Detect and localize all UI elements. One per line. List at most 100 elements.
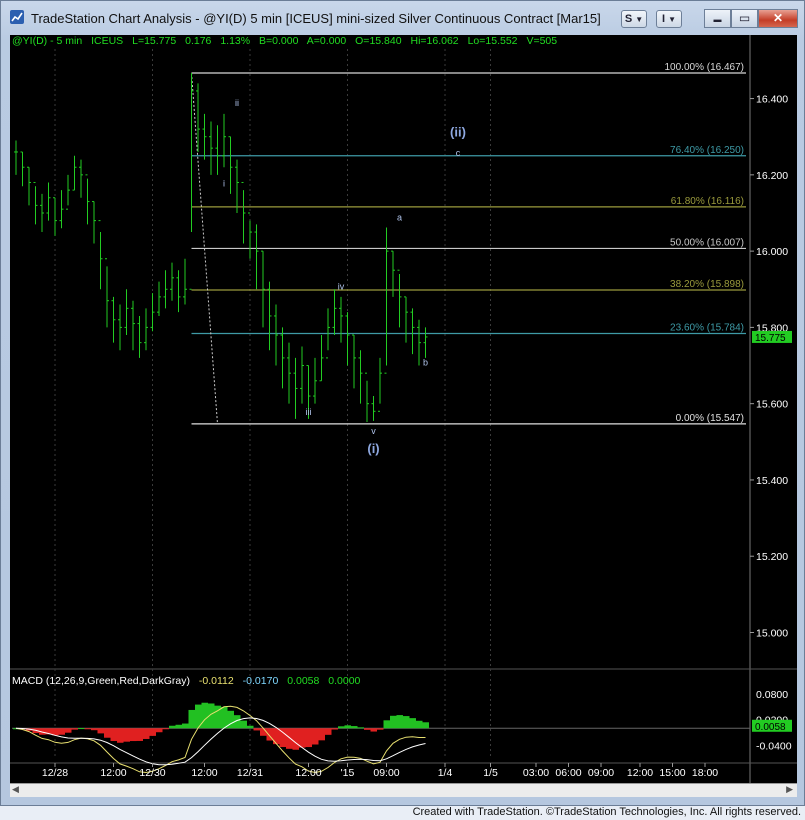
macd-label: MACD (12,26,9,Green,Red,DarkGray) [12, 675, 190, 687]
macd-histogram-bar [78, 728, 85, 730]
time-tick-label: 12:00 [100, 767, 126, 779]
time-tick-label: 12:00 [627, 767, 653, 779]
symbol-link-button[interactable]: S ▼ [621, 10, 647, 28]
macd-histogram-bar [123, 728, 130, 742]
price-tick-label: 15.400 [756, 475, 788, 487]
indicator-link-button[interactable]: I ▼ [656, 10, 682, 28]
macd-histogram-bar [325, 728, 332, 735]
title-bar[interactable]: TradeStation Chart Analysis - @YI(D) 5 m… [1, 1, 804, 35]
macd-histogram-bar [97, 728, 104, 734]
macd-histogram-bar [422, 722, 429, 729]
wave-label: (ii) [450, 125, 466, 140]
macd-histogram-bar [331, 728, 338, 730]
close-button[interactable]: ✕ [758, 9, 798, 28]
macd-histogram-bar [338, 726, 345, 729]
macd-histogram-bar [182, 723, 189, 729]
time-tick-label: 03:00 [523, 767, 549, 779]
time-axis[interactable]: 12/28 12:00 12/30 12:00 12/31 12:00 '15 09:00 1/… [42, 763, 718, 779]
macd-value: -0.0112 [199, 675, 234, 687]
wave-label: i [223, 178, 225, 188]
price-tick-label: 16.000 [756, 246, 788, 258]
macd-diff-value: 0.0058 [287, 675, 319, 687]
status-symbol: @YI(D) - 5 min [12, 35, 82, 47]
macd-histogram-bar [247, 725, 254, 729]
time-tick-label: 1/5 [483, 767, 498, 779]
time-tick-label: 09:00 [373, 767, 399, 779]
macd-histogram-bar [351, 726, 358, 729]
status-ask: A=0.000 [307, 35, 347, 47]
macd-histogram-bar [240, 720, 247, 729]
macd-panel[interactable]: 0.08000.0200-0.04000.0058 [12, 689, 792, 774]
macd-tick-label: -0.0400 [756, 740, 792, 752]
time-tick-label: 12/28 [42, 767, 68, 779]
fib-level-label: 100.00% (16.467) [664, 62, 744, 73]
maximize-button[interactable]: ▭ [731, 9, 758, 28]
macd-histogram-bar [221, 706, 228, 729]
price-tick-label: 15.600 [756, 399, 788, 411]
fibonacci-levels[interactable]: 100.00% (16.467) 76.40% (16.250) 61.80% (1… [191, 62, 747, 425]
chart-area[interactable]: 100.00% (16.467) 76.40% (16.250) 61.80% (1… [10, 35, 797, 783]
price-tick-label: 16.400 [756, 94, 788, 106]
minimize-button[interactable]: ▬ [704, 9, 731, 28]
fib-level-label: 0.00% (15.547) [676, 413, 744, 424]
wave-labels: iiiiiiivv(i)ab(ii)c [223, 98, 466, 456]
macd-histogram-bar [305, 728, 312, 748]
macd-histogram-bar [370, 728, 377, 732]
macd-current-label: 0.0058 [755, 722, 786, 733]
macd-histogram-bar [143, 728, 150, 739]
wave-label: b [423, 358, 428, 368]
fib-level-label: 50.00% (16.007) [670, 237, 744, 248]
scroll-right-icon[interactable]: ▶ [786, 784, 793, 795]
price-axis[interactable]: 16.40016.20016.00015.80015.60015.40015.2… [750, 94, 792, 640]
macd-histogram-bar [409, 718, 416, 729]
macd-zero-value: 0.0000 [328, 675, 360, 687]
chart-window: TradeStation Chart Analysis - @YI(D) 5 m… [0, 0, 805, 806]
time-tick-label: '15 [341, 767, 355, 779]
macd-histogram-bar [104, 728, 111, 738]
macd-histogram-bar [253, 728, 260, 731]
status-bid: B=0.000 [259, 35, 299, 47]
horizontal-scrollbar[interactable]: ◀ ▶ [10, 783, 797, 797]
macd-histogram-bar [383, 720, 390, 729]
macd-histogram-bar [175, 724, 182, 729]
macd-histogram-bar [110, 728, 117, 742]
status-line: @YI(D) - 5 min ICEUS L=15.775 0.176 1.13… [12, 35, 557, 47]
macd-histogram-bar [416, 720, 423, 729]
macd-histogram-bar [318, 728, 325, 741]
minimize-icon: ▬ [713, 15, 722, 24]
macd-histogram-bar [65, 728, 72, 733]
macd-histogram-bar [299, 728, 306, 748]
window-title: TradeStation Chart Analysis - @YI(D) 5 m… [31, 11, 601, 26]
wave-label: a [397, 213, 402, 223]
macd-header: MACD (12,26,9,Green,Red,DarkGray) -0.011… [12, 675, 361, 687]
fib-level-label: 38.20% (15.898) [670, 279, 744, 290]
time-tick-label: 06:00 [555, 767, 581, 779]
macd-histogram-bar [84, 728, 91, 730]
status-change-pct: 1.13% [220, 35, 250, 47]
scroll-left-icon[interactable]: ◀ [12, 784, 19, 795]
time-tick-label: 1/4 [438, 767, 453, 779]
macd-histogram-bar [91, 728, 98, 731]
macd-histogram-bar [71, 728, 78, 730]
macd-signal-value: -0.0170 [243, 675, 279, 687]
chevron-down-icon: ▼ [668, 15, 677, 24]
wave-label: c [456, 148, 461, 158]
time-tick-label: 12/30 [139, 767, 165, 779]
macd-tick-label: 0.0800 [756, 689, 788, 701]
macd-histogram-bar [396, 715, 403, 729]
svg-text:MACD (12,26,9,Green,Red,DarkGr: MACD (12,26,9,Green,Red,DarkGray) -0.011… [12, 675, 361, 687]
time-tick-label: 15:00 [659, 767, 685, 779]
wave-label: ii [235, 98, 239, 108]
macd-histogram-bar [273, 728, 280, 745]
status-last: L=15.775 [132, 35, 176, 47]
last-price-label: 15.775 [755, 333, 786, 344]
status-low: Lo=15.552 [468, 35, 518, 47]
macd-histogram-bar [58, 728, 65, 735]
indicator-link-label: I [661, 13, 666, 25]
time-tick-label: 12:00 [191, 767, 217, 779]
close-icon: ✕ [772, 11, 784, 25]
wave-label: iii [306, 407, 312, 417]
price-chart-canvas[interactable]: 100.00% (16.467) 76.40% (16.250) 61.80% (1… [10, 35, 797, 783]
macd-histogram-bar [260, 728, 267, 736]
wave-label: v [371, 426, 376, 436]
